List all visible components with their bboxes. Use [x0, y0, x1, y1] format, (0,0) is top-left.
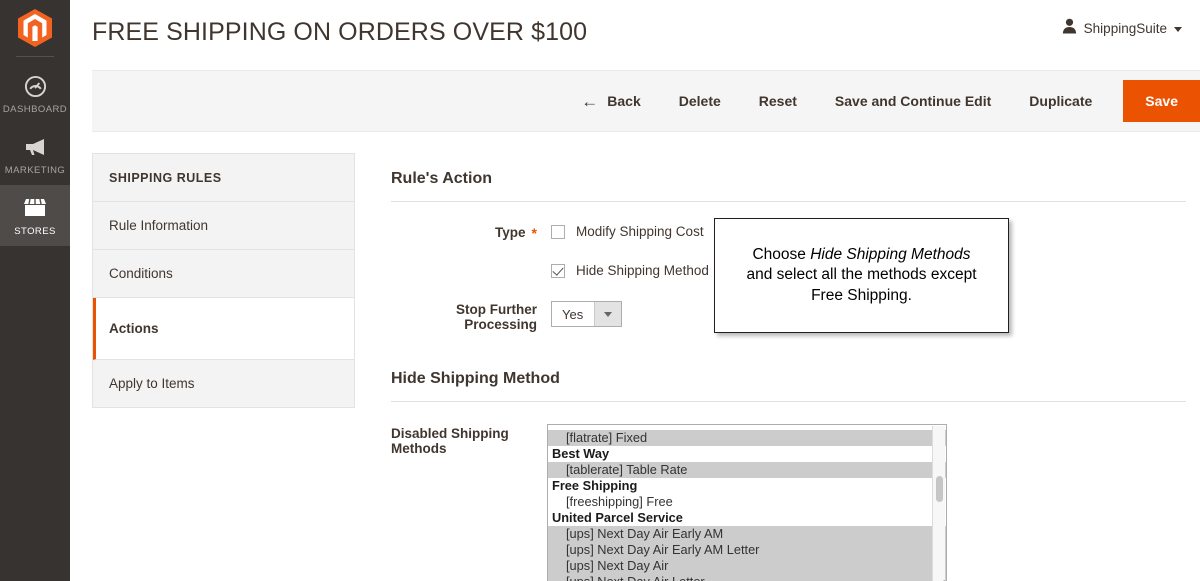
save-and-continue-edit-button[interactable]: Save and Continue Edit	[816, 81, 1010, 121]
panel-item-conditions[interactable]: Conditions	[93, 250, 354, 298]
panel-item-rule-information[interactable]: Rule Information	[93, 202, 354, 250]
disabled-shipping-methods-row: Disabled Shipping Methods [flatrate] Fix…	[391, 424, 1186, 581]
admin-sidebar: DASHBOARD MARKETING STORES	[0, 0, 70, 581]
panel-nav-heading: SHIPPING RULES	[93, 154, 354, 202]
multiselect-option-list: [flatrate] Fixed Best Way [tablerate] Ta…	[548, 430, 946, 581]
page-title: FREE SHIPPING ON ORDERS OVER $100	[92, 18, 588, 46]
action-toolbar: ← Back Delete Reset Save and Continue Ed…	[92, 70, 1200, 132]
chevron-down-icon[interactable]	[594, 302, 621, 326]
save-and-continue-edit-label: Save and Continue Edit	[834, 93, 992, 109]
panel-item-label: Conditions	[109, 266, 173, 281]
user-name: ShippingSuite	[1083, 21, 1167, 36]
save-button-label: Save	[1145, 93, 1178, 109]
rules-action-title: Rule's Action	[391, 170, 492, 187]
sidebar-item-stores[interactable]: STORES	[0, 185, 70, 246]
sidebar-item-marketing[interactable]: MARKETING	[0, 124, 70, 185]
panel-item-apply-to-items[interactable]: Apply to Items	[93, 360, 354, 407]
disabled-shipping-methods-label: Disabled Shipping Methods	[391, 426, 509, 456]
stop-label-text: Stop Further Processing	[456, 302, 537, 332]
user-menu[interactable]: ShippingSuite	[1062, 18, 1182, 39]
list-item[interactable]: [tablerate] Table Rate	[548, 462, 946, 478]
hide-shipping-method-title: Hide Shipping Method	[391, 370, 560, 387]
scrollbar-thumb[interactable]	[936, 476, 943, 502]
stop-further-processing-value: Yes	[562, 306, 584, 322]
hide-shipping-method-section: Hide Shipping Method Disabled Shipping M…	[391, 370, 1186, 581]
list-item[interactable]: [ups] Next Day Air Early AM	[548, 526, 946, 542]
callout-line1-prefix: Choose	[752, 245, 811, 263]
delete-button-label: Delete	[678, 93, 721, 109]
list-group-label: Free Shipping	[552, 478, 638, 493]
modify-shipping-cost-row[interactable]: Modify Shipping Cost	[551, 224, 709, 239]
section-divider	[391, 201, 1186, 202]
type-label-text: Type	[495, 225, 526, 240]
reset-button-label: Reset	[758, 93, 797, 109]
sidebar-item-dashboard[interactable]: DASHBOARD	[0, 63, 70, 124]
multiselect-scrollbar[interactable]	[932, 426, 945, 581]
hide-shipping-method-checkbox[interactable]	[551, 263, 565, 278]
callout-line3: Free Shipping.	[811, 286, 912, 304]
back-button-label: Back	[607, 93, 641, 109]
modify-shipping-cost-checkbox[interactable]	[551, 224, 565, 239]
modify-shipping-cost-label: Modify Shipping Cost	[576, 224, 704, 239]
callout-line1-emphasis: Hide Shipping Methods	[810, 245, 971, 263]
megaphone-icon	[0, 136, 70, 160]
magento-admin-page: DASHBOARD MARKETING STORES FREE SHIPPING…	[0, 0, 1200, 581]
duplicate-button[interactable]: Duplicate	[1010, 81, 1111, 121]
instruction-callout: Choose Hide Shipping Methods and select …	[714, 218, 1009, 333]
sidebar-item-label: MARKETING	[4, 165, 66, 176]
chevron-down-icon[interactable]	[1174, 27, 1182, 32]
instruction-callout-text: Choose Hide Shipping Methods and select …	[746, 245, 976, 307]
list-item[interactable]: [freeshipping] Free	[548, 494, 946, 510]
page-header: FREE SHIPPING ON ORDERS OVER $100 Shippi…	[70, 0, 1200, 62]
list-item[interactable]: [ups] Next Day Air Early AM Letter	[548, 542, 946, 558]
user-icon	[1062, 18, 1077, 39]
delete-button[interactable]: Delete	[660, 81, 740, 121]
type-field-label: Type *	[391, 224, 547, 240]
back-button[interactable]: ← Back	[559, 81, 659, 121]
list-group-label: Best Way	[552, 446, 610, 461]
dashboard-gauge-icon	[0, 75, 70, 99]
section-divider	[391, 401, 1186, 402]
sidebar-divider	[16, 56, 54, 57]
shipping-rules-panel-nav: SHIPPING RULES Rule Information Conditio…	[92, 153, 355, 408]
panel-item-label: Rule Information	[109, 218, 209, 233]
list-group-label: United Parcel Service	[552, 510, 683, 525]
stop-further-processing-select[interactable]: Yes	[551, 301, 622, 327]
list-item[interactable]: [flatrate] Fixed	[548, 430, 946, 446]
panel-item-label: Apply to Items	[109, 376, 195, 391]
duplicate-button-label: Duplicate	[1029, 93, 1093, 109]
storefront-icon	[0, 197, 70, 221]
hide-shipping-method-label: Hide Shipping Method	[576, 263, 709, 278]
magento-logo-icon[interactable]	[0, 0, 70, 56]
list-item[interactable]: [ups] Next Day Air	[548, 558, 946, 574]
arrow-left-icon: ←	[581, 91, 599, 111]
hide-shipping-method-row[interactable]: Hide Shipping Method	[551, 263, 709, 278]
save-button[interactable]: Save	[1123, 80, 1200, 122]
type-checkbox-group: Modify Shipping Cost Hide Shipping Metho…	[547, 224, 709, 278]
panel-item-label: Actions	[109, 321, 159, 336]
required-asterisk-icon: *	[531, 224, 537, 241]
sidebar-item-label: DASHBOARD	[2, 104, 68, 115]
panel-item-actions[interactable]: Actions	[93, 298, 354, 360]
stop-further-processing-label: Stop Further Processing	[391, 301, 547, 332]
sidebar-item-label: STORES	[14, 226, 56, 237]
list-item[interactable]: [ups] Next Day Air Letter	[548, 574, 946, 581]
disabled-shipping-methods-multiselect[interactable]: [flatrate] Fixed Best Way [tablerate] Ta…	[547, 424, 947, 581]
reset-button[interactable]: Reset	[740, 81, 816, 121]
callout-line2: and select all the methods except	[746, 266, 977, 284]
